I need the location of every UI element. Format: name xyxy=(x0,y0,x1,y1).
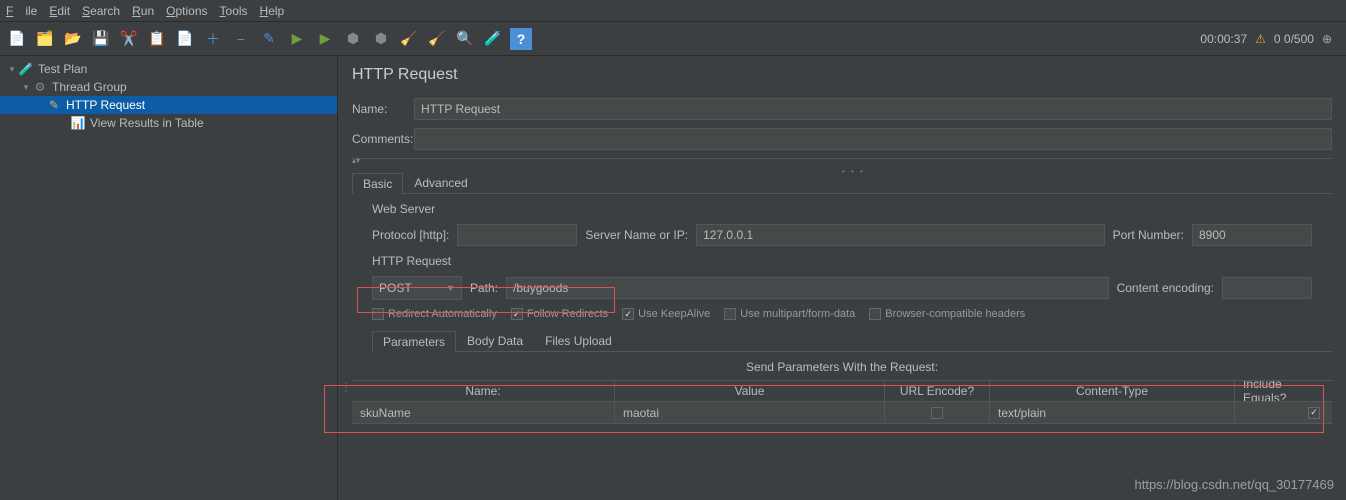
stop-icon[interactable]: ⬢ xyxy=(342,28,364,50)
plus-icon[interactable]: ＋ xyxy=(202,28,224,50)
cell-equals-checkbox[interactable] xyxy=(1308,407,1320,419)
tree-label: Thread Group xyxy=(52,80,127,94)
name-label: Name: xyxy=(352,102,414,116)
redirect-checkbox[interactable] xyxy=(372,308,384,320)
shutdown-icon[interactable]: ⬢ xyxy=(370,28,392,50)
cut-icon[interactable]: ✂️ xyxy=(118,28,140,50)
menu-file[interactable]: File xyxy=(6,4,37,18)
param-tabs: Parameters Body Data Files Upload xyxy=(372,330,1332,352)
http-request-label: HTTP Request xyxy=(372,254,1332,268)
name-field[interactable] xyxy=(414,98,1332,120)
menu-help[interactable]: Help xyxy=(260,4,285,18)
run-icon[interactable]: ▶ xyxy=(286,28,308,50)
comments-label: Comments: xyxy=(352,132,414,146)
clear-all-icon[interactable]: 🧹 xyxy=(426,28,448,50)
col-name: Name: xyxy=(352,381,615,401)
tree-threadgroup[interactable]: ▾⚙ Thread Group xyxy=(0,78,337,96)
method-select[interactable]: POST ▼ xyxy=(372,276,462,300)
minus-icon[interactable]: − xyxy=(230,28,252,50)
tree-testplan[interactable]: ▾🧪 Test Plan xyxy=(0,60,337,78)
tree-label: HTTP Request xyxy=(66,98,145,112)
expand-icon[interactable]: ⊕ xyxy=(1322,32,1332,46)
open-icon[interactable]: 📂 xyxy=(62,28,84,50)
tree-label: View Results in Table xyxy=(90,116,204,130)
tree-label: Test Plan xyxy=(38,62,87,76)
ce-field[interactable] xyxy=(1222,277,1312,299)
ce-label: Content encoding: xyxy=(1117,281,1214,295)
follow-checkbox[interactable] xyxy=(511,308,523,320)
paste-icon[interactable]: 📄 xyxy=(174,28,196,50)
menu-options[interactable]: Options xyxy=(166,4,207,18)
tab-filesupload[interactable]: Files Upload xyxy=(534,330,623,351)
comments-field[interactable] xyxy=(414,128,1332,150)
col-contenttype: Content-Type xyxy=(990,381,1235,401)
keepalive-checkbox[interactable] xyxy=(622,308,634,320)
menu-edit[interactable]: Edit xyxy=(49,4,70,18)
toolbar: 📄 🗂️ 📂 💾 ✂️ 📋 📄 ＋ − ✎ ▶ ▶ ⬢ ⬢ 🧹 🧹 🔍 🧪 ? … xyxy=(0,22,1346,56)
menu-run[interactable]: Run xyxy=(132,4,154,18)
protocol-label: Protocol [http]: xyxy=(372,228,449,242)
menubar: File Edit Search Run Options Tools Help xyxy=(0,0,1346,22)
copy-icon[interactable]: 📋 xyxy=(146,28,168,50)
tab-advanced[interactable]: Advanced xyxy=(403,172,478,193)
server-label: Server Name or IP: xyxy=(585,228,688,242)
col-includeequals: Include Equals? xyxy=(1235,381,1332,401)
menu-search[interactable]: Search xyxy=(82,4,120,18)
port-label: Port Number: xyxy=(1113,228,1184,242)
wand-icon[interactable]: ✎ xyxy=(258,28,280,50)
browser-checkbox[interactable] xyxy=(869,308,881,320)
editor-panel: HTTP Request Name: Comments: ▴▾• • • Bas… xyxy=(338,56,1346,500)
function-icon[interactable]: 🧪 xyxy=(482,28,504,50)
protocol-field[interactable] xyxy=(457,224,577,246)
tree-viewresults[interactable]: 📊 View Results in Table xyxy=(0,114,337,132)
drag-handle-icon[interactable]: ⋮ xyxy=(340,380,352,394)
tab-bodydata[interactable]: Body Data xyxy=(456,330,534,351)
thread-count: 0 0/500 xyxy=(1274,32,1314,46)
timer-label: 00:00:37 xyxy=(1200,32,1247,46)
templates-icon[interactable]: 🗂️ xyxy=(34,28,56,50)
cell-value[interactable]: maotai xyxy=(615,402,885,423)
new-icon[interactable]: 📄 xyxy=(6,28,28,50)
method-value: POST xyxy=(379,281,412,295)
multipart-checkbox[interactable] xyxy=(724,308,736,320)
tab-basic[interactable]: Basic xyxy=(352,173,403,194)
send-params-label: Send Parameters With the Request: xyxy=(352,360,1332,374)
col-urlencode: URL Encode? xyxy=(885,381,990,401)
warning-icon[interactable]: ⚠ xyxy=(1255,32,1266,46)
cell-urlencode-checkbox[interactable] xyxy=(931,407,943,419)
help-icon[interactable]: ? xyxy=(510,28,532,50)
tree-panel: ▾🧪 Test Plan ▾⚙ Thread Group ✎ HTTP Requ… xyxy=(0,56,338,500)
table-row[interactable]: skuName maotai text/plain xyxy=(352,402,1332,424)
port-field[interactable] xyxy=(1192,224,1312,246)
web-server-label: Web Server xyxy=(372,202,1332,216)
path-field[interactable] xyxy=(506,277,1109,299)
run-no-icon[interactable]: ▶ xyxy=(314,28,336,50)
cell-contenttype[interactable]: text/plain xyxy=(990,402,1235,423)
watermark: https://blog.csdn.net/qq_30177469 xyxy=(1135,477,1335,492)
page-title: HTTP Request xyxy=(352,66,1332,84)
menu-tools[interactable]: Tools xyxy=(220,4,248,18)
path-label: Path: xyxy=(470,281,498,295)
tree-httprequest[interactable]: ✎ HTTP Request xyxy=(0,96,337,114)
server-field[interactable] xyxy=(696,224,1105,246)
params-table: Name: Value URL Encode? Content-Type Inc… xyxy=(352,380,1332,424)
chevron-down-icon: ▼ xyxy=(446,283,455,293)
save-icon[interactable]: 💾 xyxy=(90,28,112,50)
col-value: Value xyxy=(615,381,885,401)
cell-name[interactable]: skuName xyxy=(352,402,615,423)
tab-parameters[interactable]: Parameters xyxy=(372,331,456,352)
search-icon[interactable]: 🔍 xyxy=(454,28,476,50)
clear-icon[interactable]: 🧹 xyxy=(398,28,420,50)
